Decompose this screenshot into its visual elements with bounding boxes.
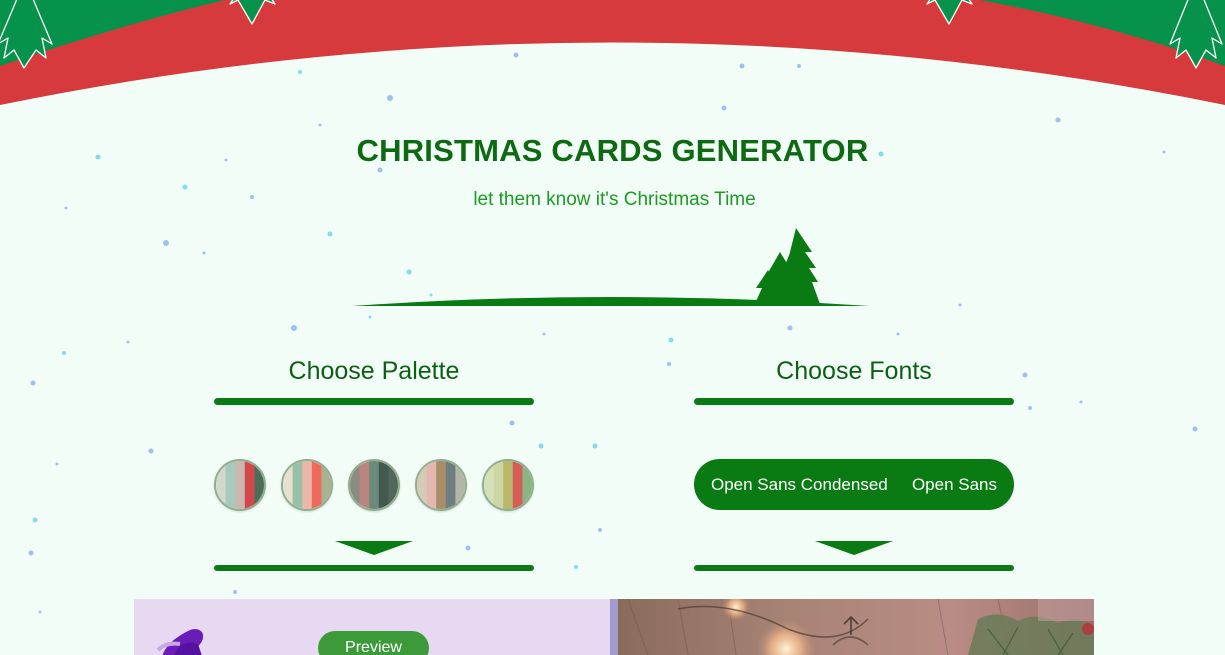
palette-swatch-list bbox=[214, 459, 534, 511]
palette-bottom-divider bbox=[214, 565, 534, 571]
palette-swatch-1[interactable] bbox=[214, 459, 266, 511]
palette-swatch-3[interactable] bbox=[348, 459, 400, 511]
page-subtitle: let them know it's Christmas Time bbox=[473, 189, 756, 210]
christmas-lights-photo bbox=[618, 599, 1094, 655]
palette-arrow-down-icon bbox=[335, 541, 413, 555]
palette-heading-underline bbox=[214, 398, 534, 405]
palette-swatch-2[interactable] bbox=[281, 459, 333, 511]
brush-icon bbox=[156, 629, 204, 655]
font-options-pill: Open Sans Condensed Open Sans bbox=[694, 459, 1014, 510]
preview-button[interactable]: Preview bbox=[318, 631, 429, 655]
header-banner bbox=[0, 0, 1225, 105]
font-option-open-sans[interactable]: Open Sans bbox=[912, 475, 997, 495]
card-photo-preview bbox=[618, 599, 1094, 655]
tree-cluster-icon bbox=[754, 228, 820, 306]
page-title: CHRISTMAS CARDS GENERATOR bbox=[356, 133, 869, 168]
choose-palette-heading: Choose Palette bbox=[288, 357, 460, 385]
fonts-heading-underline bbox=[694, 398, 1014, 405]
hill-trees-illustration bbox=[352, 228, 870, 306]
panel-divider bbox=[610, 599, 618, 655]
palette-swatch-4[interactable] bbox=[415, 459, 467, 511]
font-option-open-sans-condensed[interactable]: Open Sans Condensed bbox=[711, 475, 888, 495]
choose-fonts-heading: Choose Fonts bbox=[776, 357, 932, 385]
palette-swatch-5[interactable] bbox=[482, 459, 534, 511]
page: CHRISTMAS CARDS GENERATOR let them know … bbox=[0, 0, 1225, 655]
fonts-bottom-divider bbox=[694, 565, 1014, 571]
fonts-arrow-down-icon bbox=[815, 541, 893, 555]
